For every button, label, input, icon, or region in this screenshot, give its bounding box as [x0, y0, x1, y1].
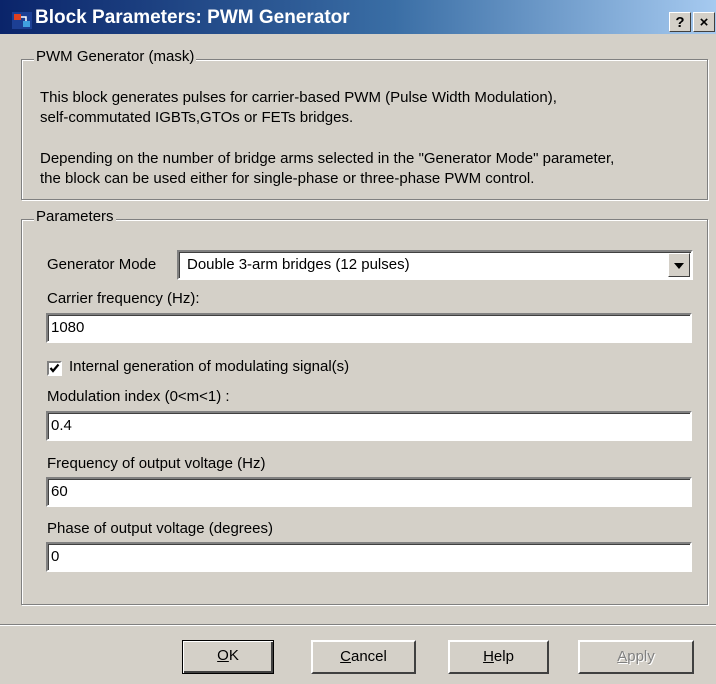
- modulation-index-label: Modulation index (0<m<1) :: [47, 388, 230, 405]
- internal-generation-label[interactable]: Internal generation of modulating signal…: [69, 358, 349, 375]
- cancel-label: ancel: [350, 648, 387, 665]
- close-button[interactable]: ×: [693, 12, 715, 32]
- apply-label: pply: [627, 648, 655, 665]
- mask-description-line: the block can be used either for single-…: [40, 170, 535, 187]
- mask-description-line: self-commutated IGBTs,GTOs or FETs bridg…: [40, 109, 354, 126]
- output-phase-label: Phase of output voltage (degrees): [47, 520, 273, 537]
- parameters-legend: Parameters: [34, 208, 116, 225]
- help-button[interactable]: Help: [448, 640, 549, 674]
- mask-description-line: Depending on the number of bridge arms s…: [40, 150, 615, 167]
- window-title: Block Parameters: PWM Generator: [35, 7, 350, 28]
- apply-mnemonic: A: [617, 648, 628, 665]
- output-frequency-label: Frequency of output voltage (Hz): [47, 455, 266, 472]
- apply-button[interactable]: Apply: [578, 640, 694, 674]
- carrier-frequency-input[interactable]: 1080: [46, 313, 692, 343]
- title-bar[interactable]: Block Parameters: PWM Generator ? ×: [0, 0, 716, 34]
- mask-description-line: This block generates pulses for carrier-…: [40, 89, 557, 106]
- mask-legend: PWM Generator (mask): [34, 48, 197, 65]
- output-phase-input[interactable]: 0: [46, 542, 692, 572]
- generator-mode-label: Generator Mode: [47, 256, 157, 273]
- ok-mnemonic: O: [217, 647, 229, 664]
- ok-button[interactable]: OK: [182, 640, 274, 674]
- generator-mode-dropdown[interactable]: Double 3-arm bridges (12 pulses): [177, 250, 693, 280]
- generator-mode-value: Double 3-arm bridges (12 pulses): [187, 256, 410, 273]
- carrier-frequency-label: Carrier frequency (Hz):: [47, 290, 200, 307]
- button-separator: [0, 624, 716, 626]
- help-mnemonic: H: [483, 648, 494, 665]
- output-frequency-input[interactable]: 60: [46, 477, 692, 507]
- cancel-button[interactable]: Cancel: [311, 640, 416, 674]
- ok-label: K: [228, 647, 239, 664]
- context-help-button[interactable]: ?: [669, 12, 691, 32]
- checkmark-icon: [49, 363, 60, 373]
- cancel-mnemonic: C: [340, 648, 351, 665]
- help-label: elp: [493, 648, 514, 665]
- internal-generation-checkbox[interactable]: [47, 361, 62, 376]
- modulation-index-input[interactable]: 0.4: [46, 411, 692, 441]
- simulink-block-icon: [12, 12, 32, 29]
- chevron-down-icon[interactable]: [668, 253, 690, 277]
